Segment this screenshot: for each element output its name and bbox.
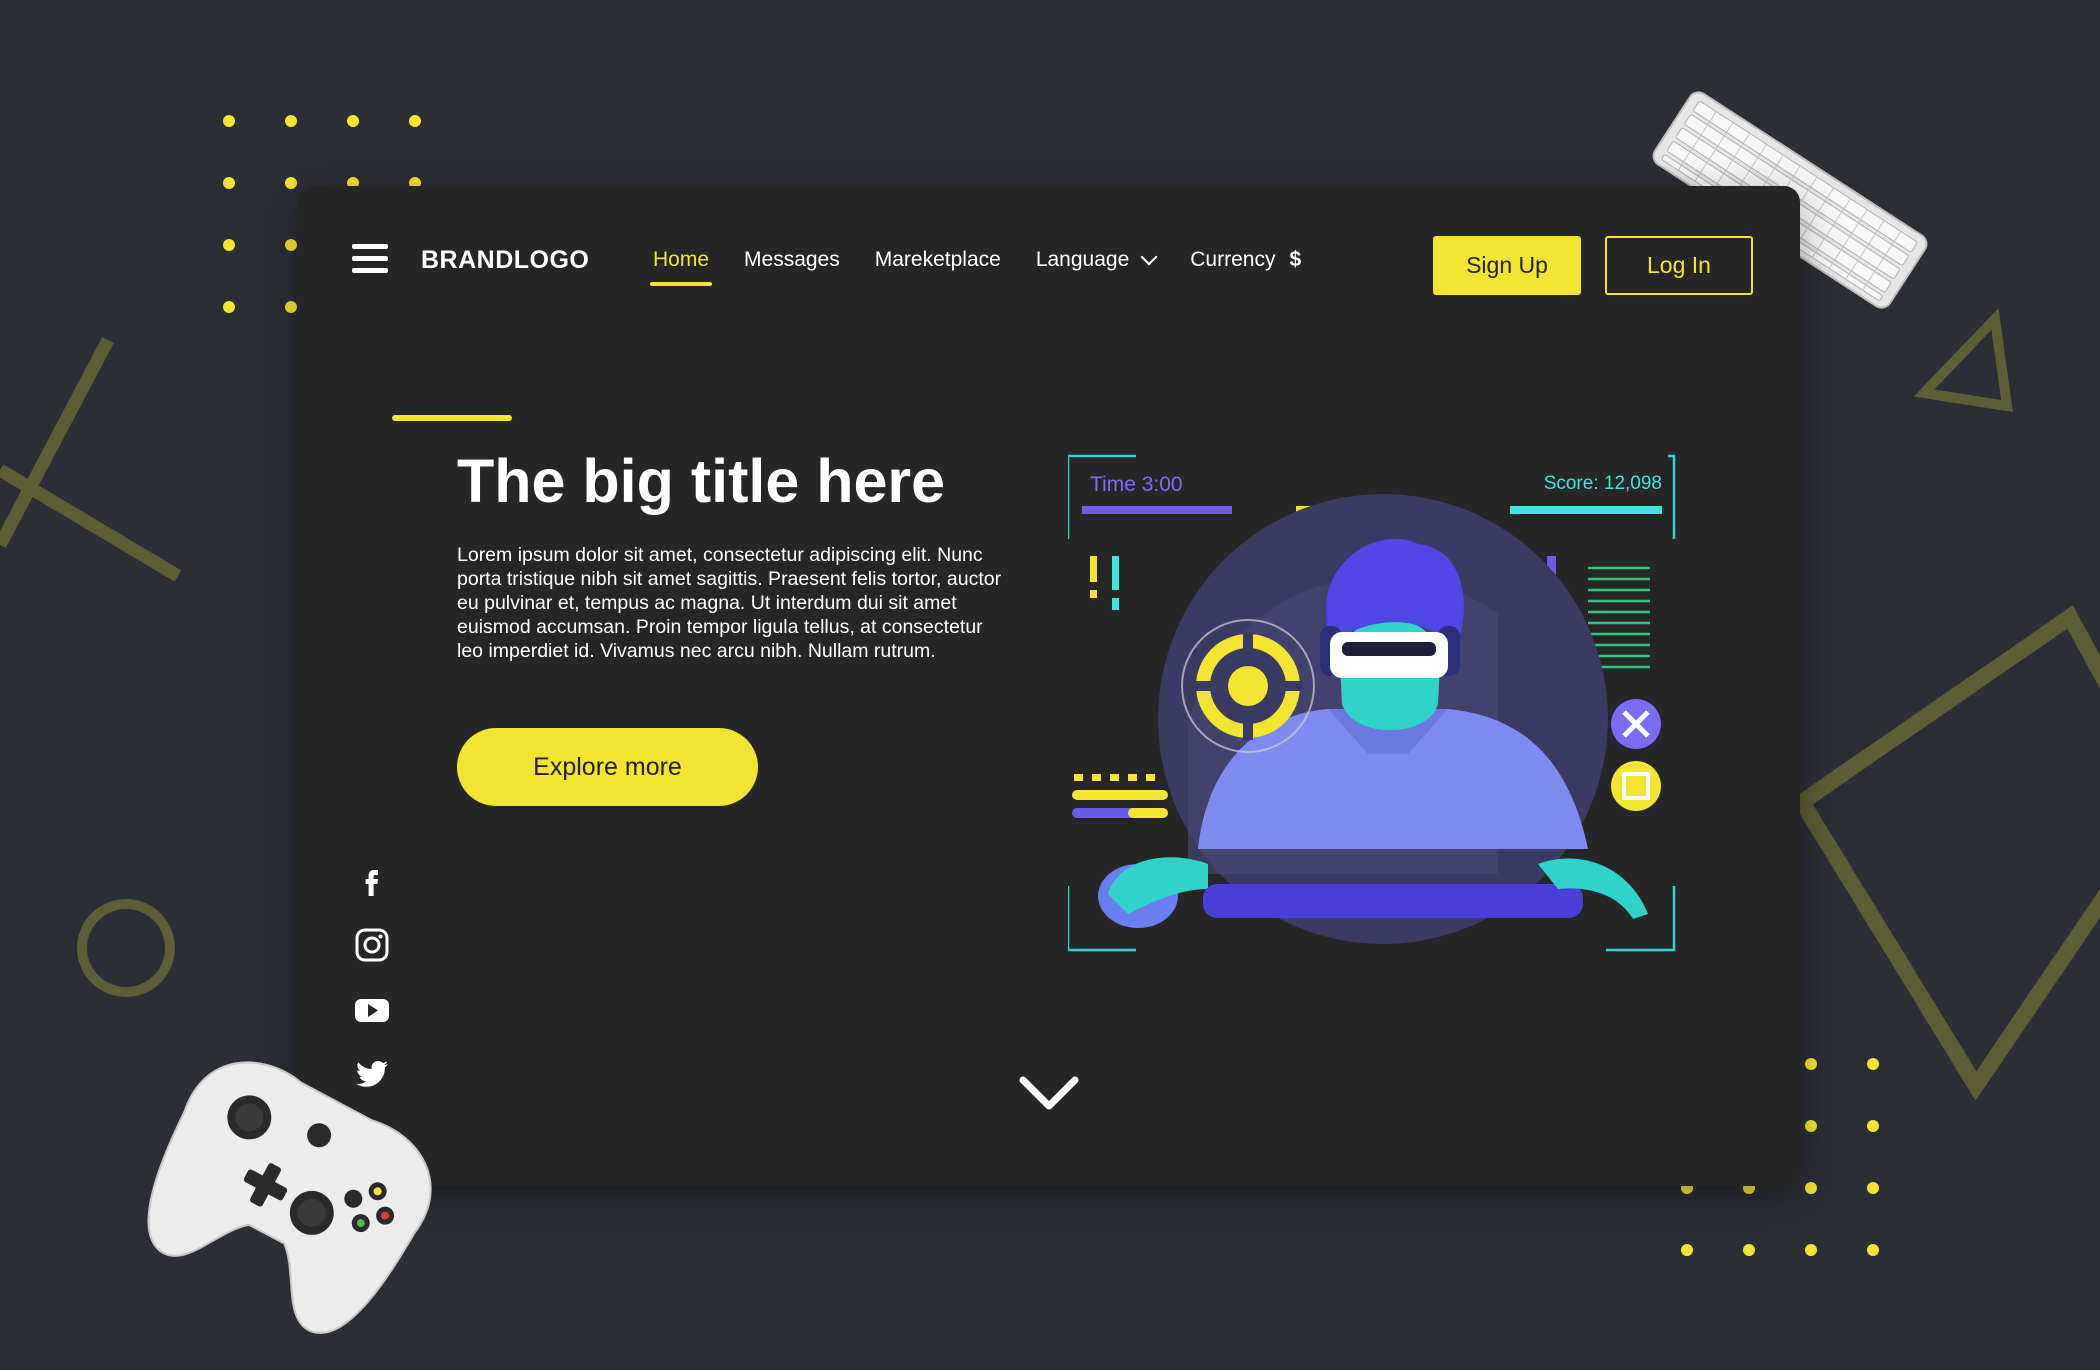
- x-shape-line-1: [0, 336, 114, 549]
- explore-more-button[interactable]: Explore more: [457, 728, 758, 806]
- log-in-button[interactable]: Log In: [1605, 236, 1753, 295]
- square-shape: [1791, 605, 2100, 1101]
- hamburger-menu-icon[interactable]: [352, 244, 388, 276]
- hero-title: The big title here: [457, 447, 946, 515]
- nav-home-label: Home: [653, 248, 710, 271]
- nav-messages[interactable]: Messages: [744, 248, 840, 272]
- sign-up-button[interactable]: Sign Up: [1433, 236, 1581, 295]
- title-accent-line: [392, 415, 512, 421]
- gamer-illustration: Time 3:00 Score: 12,098: [1068, 454, 1676, 952]
- nav-language-dropdown[interactable]: Language: [1035, 248, 1158, 272]
- nav-marketplace[interactable]: Mareketplace: [875, 248, 1001, 272]
- nav-language-label: Language: [1035, 248, 1130, 271]
- facebook-icon[interactable]: [354, 862, 390, 898]
- nav-messages-label: Messages: [744, 248, 840, 271]
- nav-marketplace-label: Mareketplace: [874, 248, 1001, 271]
- game-controller-image: [147, 1061, 432, 1335]
- nav-currency-label: Currency: [1190, 248, 1276, 271]
- triangle-shape: [1913, 308, 2013, 412]
- score-bar: [1510, 506, 1662, 514]
- nav-home[interactable]: Home: [649, 248, 713, 286]
- youtube-icon[interactable]: [354, 992, 390, 1028]
- chevron-down-icon: [1140, 248, 1158, 265]
- action-button-x: [1611, 699, 1661, 749]
- score-label: Score: 12,098: [1544, 473, 1662, 494]
- x-shape-line-2: [0, 464, 182, 582]
- currency-symbol: $: [1289, 248, 1302, 271]
- time-label: Time 3:00: [1090, 473, 1183, 496]
- brand-logo[interactable]: BRANDLOGO: [421, 246, 589, 275]
- action-button-square: [1611, 761, 1661, 811]
- hero-description: Lorem ipsum dolor sit amet, consectetur …: [457, 544, 1002, 662]
- loading-bars: [1072, 774, 1168, 818]
- time-bar: [1082, 506, 1232, 514]
- circle-shape: [77, 899, 175, 997]
- main-nav: Home Messages Mareketplace Language Curr…: [649, 248, 1336, 286]
- instagram-icon[interactable]: [354, 927, 390, 963]
- keyboard-illus: [1203, 884, 1583, 918]
- landing-card: BRANDLOGO Home Messages Mareketplace Lan…: [298, 186, 1800, 1186]
- nav-currency[interactable]: Currency $: [1190, 248, 1301, 272]
- target-crosshair: [1181, 619, 1315, 753]
- scroll-down-chevron-icon[interactable]: [1017, 1072, 1081, 1116]
